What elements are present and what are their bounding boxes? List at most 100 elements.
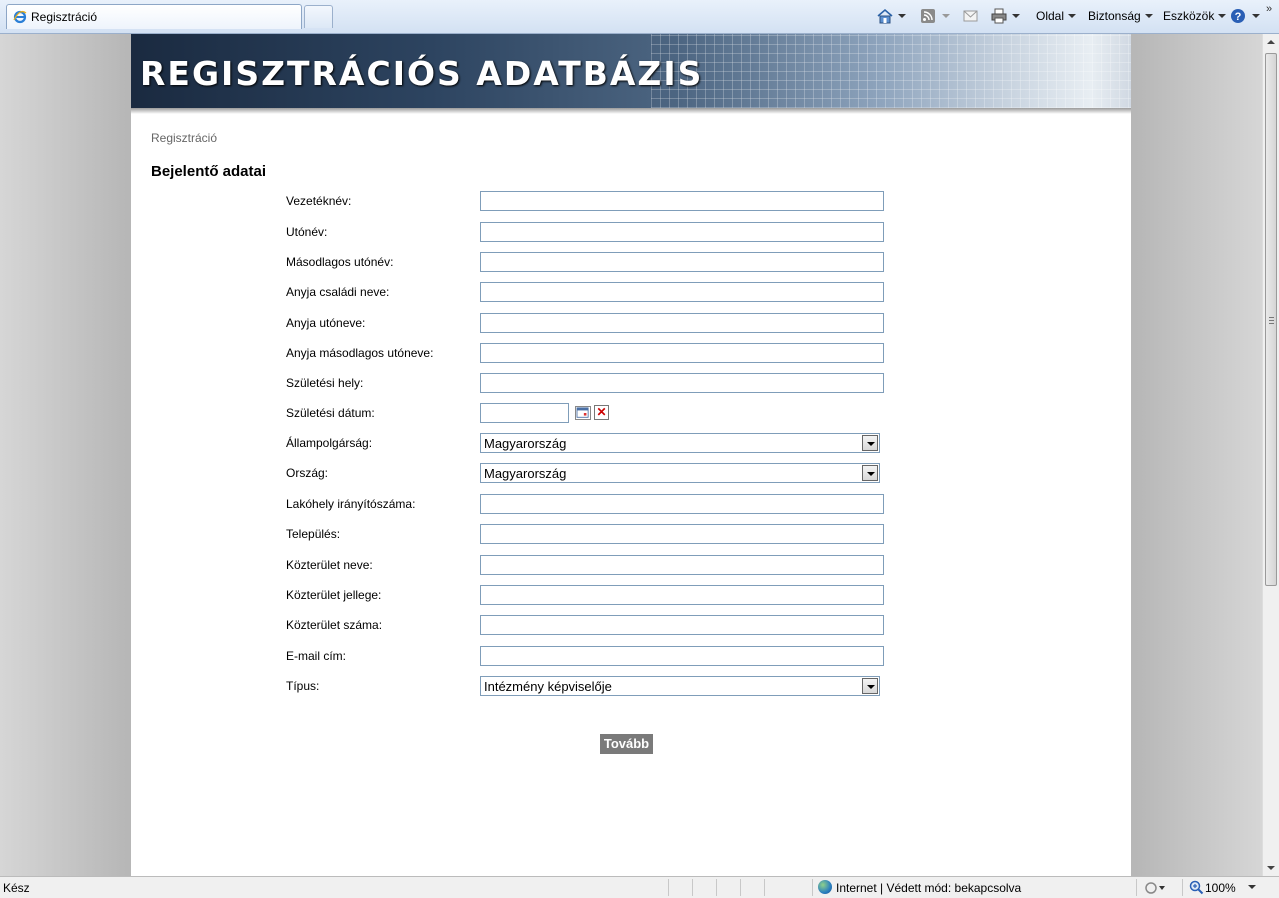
- banner-title: REGISZTRÁCIÓS ADATBÁZIS: [140, 54, 704, 93]
- type-label: Típus:: [286, 679, 320, 693]
- new-tab-button[interactable]: [304, 5, 333, 28]
- birth-date-input[interactable]: [480, 403, 569, 423]
- more-commands-chevron[interactable]: »: [1266, 3, 1272, 15]
- safety-menu-label: Biztonság: [1088, 9, 1141, 23]
- country-label: Ország:: [286, 466, 329, 480]
- birth-date-label: Születési dátum:: [286, 406, 375, 420]
- home-icon: [877, 8, 893, 24]
- status-separator: [812, 879, 813, 896]
- chevron-down-icon[interactable]: [942, 14, 950, 18]
- page-viewport: REGISZTRÁCIÓS ADATBÁZIS Regisztráció Bej…: [0, 34, 1262, 876]
- help-icon: ?: [1231, 9, 1245, 23]
- birth-place-input[interactable]: [480, 373, 884, 393]
- house-number-input[interactable]: [480, 615, 884, 635]
- next-button[interactable]: Tovább: [600, 734, 653, 754]
- mother-first-name-input[interactable]: [480, 313, 884, 333]
- chevron-down-icon[interactable]: [1248, 885, 1256, 889]
- city-label: Település:: [286, 527, 341, 541]
- status-separator: [668, 879, 669, 896]
- status-separator: [1136, 879, 1137, 896]
- status-text: Kész: [3, 881, 30, 895]
- postal-code-label: Lakóhely irányítószáma:: [286, 497, 416, 511]
- clear-date-icon[interactable]: ✕: [594, 405, 609, 420]
- status-separator: [764, 879, 765, 896]
- street-name-label: Közterület neve:: [286, 558, 373, 572]
- postal-code-input[interactable]: [480, 494, 884, 514]
- scroll-down-arrow[interactable]: [1267, 866, 1275, 870]
- last-name-label: Vezetéknév:: [286, 194, 352, 208]
- status-separator: [1182, 879, 1183, 896]
- page-menu-label: Oldal: [1036, 9, 1065, 23]
- mother-family-name-label: Anyja családi neve:: [286, 285, 390, 299]
- printer-icon: [991, 8, 1007, 24]
- mother-family-name-input[interactable]: [480, 282, 884, 302]
- mother-middle-name-label: Anyja másodlagos utóneve:: [286, 346, 434, 360]
- last-name-input[interactable]: [480, 191, 884, 211]
- street-type-label: Közterület jellege:: [286, 588, 382, 602]
- internet-explorer-icon: [13, 10, 27, 24]
- citizenship-select[interactable]: Magyarország: [480, 433, 880, 453]
- country-select[interactable]: Magyarország: [480, 463, 880, 483]
- mother-middle-name-input[interactable]: [480, 343, 884, 363]
- banner-decoration: [651, 34, 1131, 108]
- birth-place-label: Születési hely:: [286, 376, 364, 390]
- type-select[interactable]: Intézmény képviselője: [480, 676, 880, 696]
- middle-name-label: Másodlagos utónév:: [286, 255, 394, 269]
- citizenship-selected-value: Magyarország: [484, 436, 567, 451]
- chevron-down-icon[interactable]: [862, 465, 878, 481]
- security-zone-text[interactable]: Internet | Védett mód: bekapcsolva: [836, 881, 1021, 895]
- page-menu[interactable]: Oldal: [1036, 6, 1077, 26]
- print-button[interactable]: [990, 6, 1020, 26]
- mail-icon: [963, 10, 978, 22]
- status-separator: [716, 879, 717, 896]
- internet-zone-icon: [818, 880, 832, 894]
- browser-tab-registration[interactable]: Regisztráció: [6, 4, 302, 29]
- page-content: REGISZTRÁCIÓS ADATBÁZIS Regisztráció Bej…: [131, 34, 1131, 876]
- chevron-down-icon[interactable]: [862, 678, 878, 694]
- chevron-down-icon[interactable]: [862, 435, 878, 451]
- tab-title: Regisztráció: [31, 10, 98, 24]
- chevron-down-icon[interactable]: [898, 14, 906, 18]
- read-mail-button[interactable]: [962, 6, 980, 26]
- type-selected-value: Intézmény képviselője: [484, 679, 612, 694]
- svg-text:?: ?: [1235, 11, 1242, 23]
- tools-menu-label: Eszközök: [1163, 9, 1215, 23]
- city-input[interactable]: [480, 524, 884, 544]
- street-name-input[interactable]: [480, 555, 884, 575]
- middle-name-input[interactable]: [480, 252, 884, 272]
- home-button[interactable]: [876, 6, 906, 26]
- street-type-input[interactable]: [480, 585, 884, 605]
- scrollbar-thumb[interactable]: [1265, 53, 1277, 586]
- calendar-icon[interactable]: [575, 406, 591, 420]
- status-bar: Kész Internet | Védett mód: bekapcsolva …: [0, 876, 1279, 898]
- help-button[interactable]: ?: [1230, 6, 1260, 26]
- zoom-level[interactable]: 100%: [1205, 881, 1236, 895]
- feeds-button[interactable]: [920, 6, 950, 26]
- header-banner: REGISZTRÁCIÓS ADATBÁZIS: [131, 34, 1131, 108]
- chevron-down-icon: [1068, 14, 1077, 18]
- mother-first-name-label: Anyja utóneve:: [286, 316, 366, 330]
- scrollbar-grip: [1269, 317, 1274, 324]
- protected-mode-icon[interactable]: [1143, 881, 1167, 895]
- vertical-scrollbar[interactable]: [1262, 34, 1279, 876]
- first-name-input[interactable]: [480, 222, 884, 242]
- chevron-down-icon: [1218, 14, 1227, 18]
- tools-menu[interactable]: Eszközök: [1163, 6, 1227, 26]
- scroll-up-arrow[interactable]: [1267, 40, 1275, 44]
- citizenship-label: Állampolgárság:: [286, 436, 373, 450]
- status-separator: [692, 879, 693, 896]
- safety-menu[interactable]: Biztonság: [1088, 6, 1153, 26]
- breadcrumb: Regisztráció: [151, 131, 218, 145]
- chevron-down-icon[interactable]: [1012, 14, 1020, 18]
- email-input[interactable]: [480, 646, 884, 666]
- browser-tab-bar: Regisztráció Oldal Biztonság Eszközök ? …: [0, 0, 1279, 34]
- zoom-icon[interactable]: [1189, 880, 1204, 895]
- chevron-down-icon: [1144, 14, 1153, 18]
- status-separator: [740, 879, 741, 896]
- email-label: E-mail cím:: [286, 649, 346, 663]
- rss-feed-icon: [921, 9, 935, 23]
- banner-divider: [131, 108, 1131, 114]
- first-name-label: Utónév:: [286, 225, 328, 239]
- chevron-down-icon: [1252, 14, 1260, 18]
- section-title: Bejelentő adatai: [151, 163, 267, 180]
